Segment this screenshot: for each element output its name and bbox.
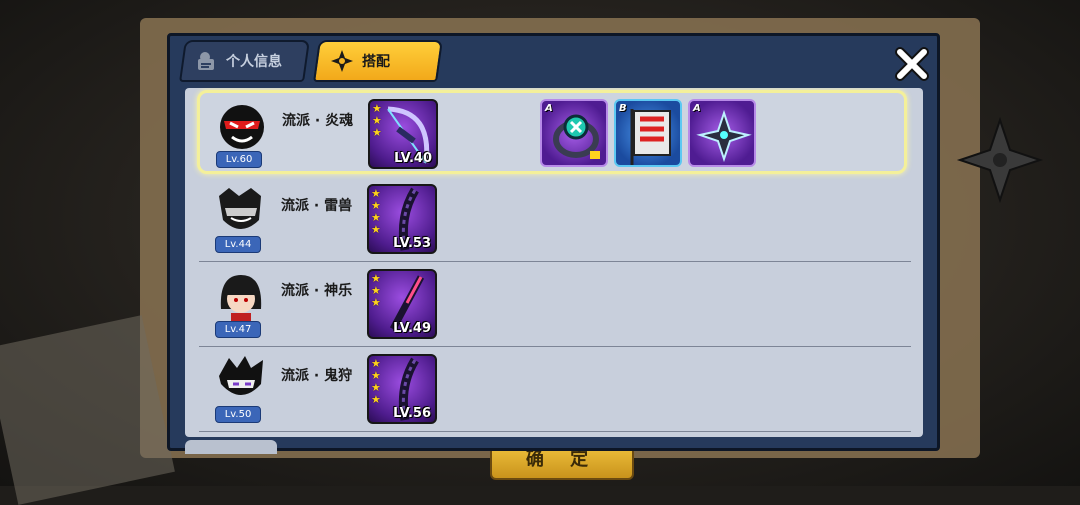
tab-outfit-label: 搭配 [362,54,390,70]
build-row[interactable]: Lv.47 流派 · 神乐 ★ ★ ★ LV.49 [199,263,911,347]
equip-slot-ring[interactable]: A [540,99,608,167]
weapon-level: LV.56 [393,406,431,421]
build-list[interactable]: Lv.60 流派 · 炎魂 ★ ★ ★ LV.40 A B A Lv.44 流派… [185,88,923,437]
ninja-avatar-icon [220,275,262,323]
ninja-avatar-icon [219,356,263,395]
row-divider [199,346,911,347]
build-row[interactable]: Lv.44 流派 · 雷兽 ★ ★ ★ ★ LV.53 [199,178,911,262]
school-name: 流派 · 雷兽 [281,198,353,214]
row-divider [199,261,911,262]
shuriken-decoration-icon [956,116,1044,204]
star-rating: ★ ★ ★ ★ [371,187,381,236]
school-name: 流派 · 神乐 [281,283,353,299]
equip-slot-shuriken[interactable]: A [688,99,756,167]
weapon-slot[interactable]: ★ ★ ★ ★ LV.53 [367,184,437,254]
build-row[interactable]: Lv.50 流派 · 鬼狩 ★ ★ ★ ★ LV.56 [199,348,911,432]
star-rating: ★ ★ ★ [371,272,381,309]
row-divider [199,431,911,432]
profile-card-icon [198,52,214,70]
weapon-slot[interactable]: ★ ★ ★ LV.40 [368,99,438,169]
school-name: 流派 · 鬼狩 [281,368,353,384]
weapon-level: LV.49 [393,321,431,336]
build-row-selected[interactable]: Lv.60 流派 · 炎魂 ★ ★ ★ LV.40 A B A [197,90,907,174]
shuriken-icon [331,50,353,72]
rank-label: B [619,103,627,114]
level-badge: Lv.47 [215,321,261,338]
weapon-slot[interactable]: ★ ★ ★ LV.49 [367,269,437,339]
ninja-avatar-icon [220,105,264,149]
weapon-slot[interactable]: ★ ★ ★ ★ LV.56 [367,354,437,424]
level-badge: Lv.60 [216,151,262,168]
equip-slot-banner[interactable]: B [614,99,682,167]
weapon-level: LV.40 [394,151,432,166]
weapon-level: LV.53 [393,236,431,251]
level-badge: Lv.50 [215,406,261,423]
level-badge: Lv.44 [215,236,261,253]
star-rating: ★ ★ ★ [372,102,382,139]
tab-profile[interactable]: 个人信息 [179,40,310,82]
close-icon[interactable] [892,44,932,84]
scroll-handle[interactable] [185,440,277,454]
ninja-avatar-icon [219,188,261,229]
outfit-modal: 个人信息 搭配 Lv.60 流派 · 炎魂 ★ ★ ★ LV.40 A B A … [167,33,940,454]
tab-profile-label: 个人信息 [226,54,282,70]
rank-label: A [545,103,553,114]
star-rating: ★ ★ ★ ★ [371,357,381,406]
school-name: 流派 · 炎魂 [282,113,354,129]
tab-outfit[interactable]: 搭配 [313,40,443,82]
rank-label: A [693,103,701,114]
